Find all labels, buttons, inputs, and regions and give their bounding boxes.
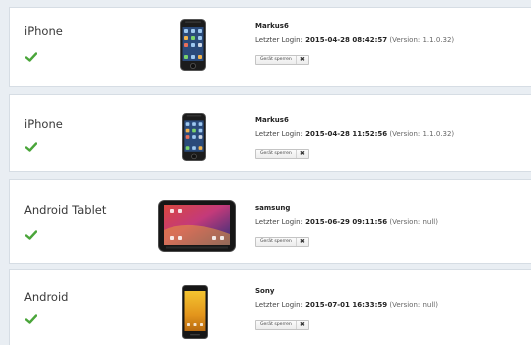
lock-button-label: Gerät sperren: [260, 57, 292, 62]
lock-button-label: Gerät sperren: [260, 239, 292, 244]
lock-device-button[interactable]: Gerät sperren ✖: [255, 319, 309, 330]
app-version: (Version: 1.1.0.32): [389, 130, 455, 138]
iphone-icon: [182, 113, 206, 161]
device-list: iPhone Markus6 Letzter Login: 2015-04-28…: [9, 7, 531, 345]
lock-button-label: Gerät sperren: [260, 151, 292, 156]
device-name: iPhone: [24, 117, 63, 131]
lock-device-button[interactable]: Gerät sperren ✖: [255, 148, 309, 159]
login-timestamp: 2015-07-01 16:33:59: [305, 301, 388, 309]
login-label: Letzter Login:: [255, 130, 303, 138]
close-icon[interactable]: ✖: [295, 149, 305, 158]
close-icon[interactable]: ✖: [295, 320, 305, 329]
device-card: iPhone Markus6 Letzter Login: 2015-04-28…: [9, 7, 531, 87]
android-tablet-icon: [158, 200, 236, 252]
checkmark-icon: [25, 142, 37, 152]
app-version: (Version: 1.1.0.32): [389, 36, 455, 44]
close-icon[interactable]: ✖: [295, 55, 305, 64]
checkmark-icon: [25, 52, 37, 62]
last-login: Letzter Login: 2015-04-28 08:42:57 (Vers…: [255, 35, 454, 45]
device-card: iPhone Markus6 Letzter Login: 2015-04-28…: [9, 94, 531, 172]
device-owner: samsung: [255, 204, 291, 212]
device-name: Android: [24, 290, 69, 304]
device-name: Android Tablet: [24, 203, 107, 217]
login-label: Letzter Login:: [255, 301, 303, 309]
device-info: Sony Letzter Login: 2015-07-01 16:33:59 …: [255, 287, 438, 330]
android-phone-icon: [182, 285, 208, 339]
last-login: Letzter Login: 2015-04-28 11:52:56 (Vers…: [255, 129, 454, 139]
device-owner: Markus6: [255, 116, 289, 124]
device-info: samsung Letzter Login: 2015-06-29 09:11:…: [255, 204, 438, 247]
device-owner: Sony: [255, 287, 275, 295]
checkmark-icon: [25, 230, 37, 240]
login-label: Letzter Login:: [255, 218, 303, 226]
app-version: (Version: null): [389, 301, 438, 309]
checkmark-icon: [25, 314, 37, 324]
device-card: Android Tablet samsung Letzter Login: 20…: [9, 179, 531, 264]
close-icon[interactable]: ✖: [295, 237, 305, 246]
lock-button-label: Gerät sperren: [260, 322, 292, 327]
device-info: Markus6 Letzter Login: 2015-04-28 08:42:…: [255, 22, 454, 65]
login-timestamp: 2015-06-29 09:11:56: [305, 218, 388, 226]
device-info: Markus6 Letzter Login: 2015-04-28 11:52:…: [255, 116, 454, 159]
lock-device-button[interactable]: Gerät sperren ✖: [255, 54, 309, 65]
iphone-icon: [180, 19, 206, 71]
login-timestamp: 2015-04-28 11:52:56: [305, 130, 388, 138]
device-owner: Markus6: [255, 22, 289, 30]
last-login: Letzter Login: 2015-07-01 16:33:59 (Vers…: [255, 300, 438, 310]
app-version: (Version: null): [389, 218, 438, 226]
device-card: Android Sony Letzter Login: 2015-07-01 1…: [9, 269, 531, 345]
lock-device-button[interactable]: Gerät sperren ✖: [255, 236, 309, 247]
device-name: iPhone: [24, 24, 63, 38]
last-login: Letzter Login: 2015-06-29 09:11:56 (Vers…: [255, 217, 438, 227]
login-label: Letzter Login:: [255, 36, 303, 44]
login-timestamp: 2015-04-28 08:42:57: [305, 36, 388, 44]
